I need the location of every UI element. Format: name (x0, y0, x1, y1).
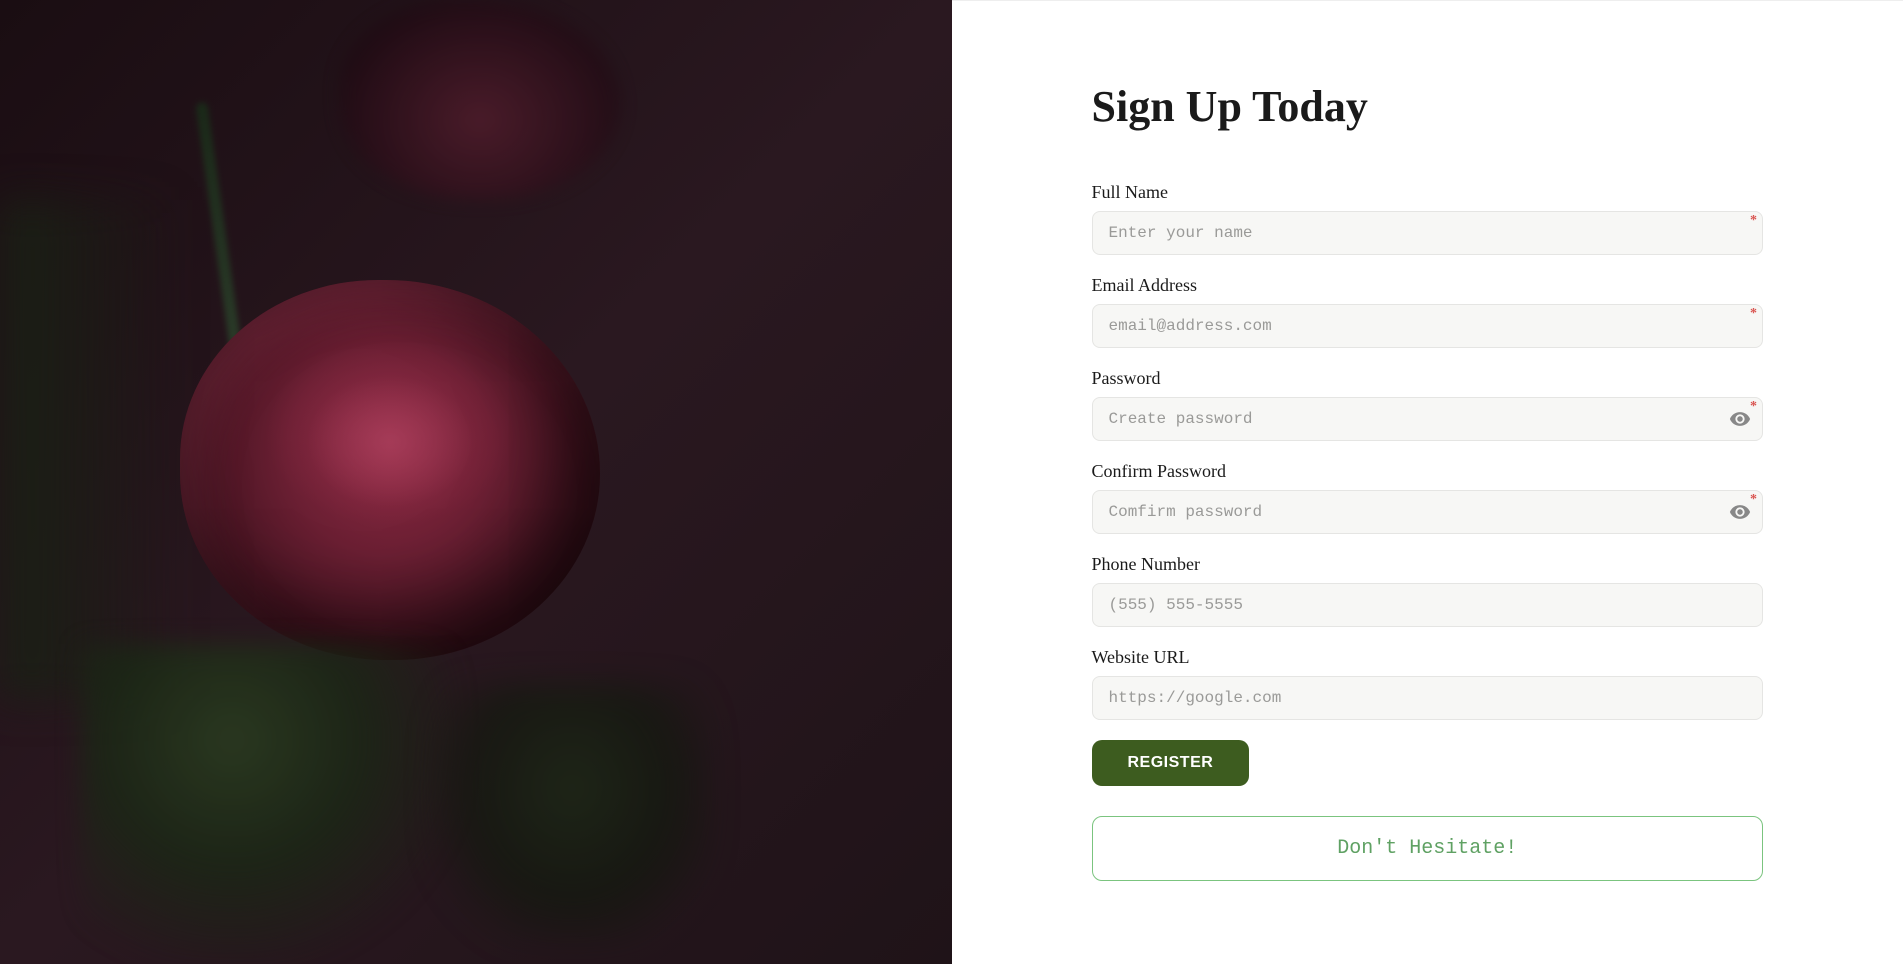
phone-label: Phone Number (1092, 554, 1764, 575)
register-button[interactable]: REGISTER (1092, 740, 1250, 786)
signup-form: Full Name * Email Address * Password * (1092, 182, 1764, 881)
password-input[interactable] (1092, 397, 1764, 441)
hero-image-panel (0, 0, 952, 964)
email-label: Email Address (1092, 275, 1764, 296)
signup-form-panel: Sign Up Today Full Name * Email Address … (952, 0, 1903, 964)
phone-input[interactable] (1092, 583, 1764, 627)
required-indicator: * (1750, 399, 1757, 415)
cta-box: Don't Hesitate! (1092, 816, 1764, 881)
required-indicator: * (1750, 213, 1757, 229)
required-indicator: * (1750, 306, 1757, 322)
full-name-label: Full Name (1092, 182, 1764, 203)
confirm-password-label: Confirm Password (1092, 461, 1764, 482)
email-input[interactable] (1092, 304, 1764, 348)
website-input[interactable] (1092, 676, 1764, 720)
confirm-password-input[interactable] (1092, 490, 1764, 534)
eye-icon[interactable] (1729, 501, 1751, 523)
eye-icon[interactable] (1729, 408, 1751, 430)
full-name-input[interactable] (1092, 211, 1764, 255)
website-label: Website URL (1092, 647, 1764, 668)
required-indicator: * (1750, 492, 1757, 508)
cta-text: Don't Hesitate! (1337, 837, 1517, 860)
page-title: Sign Up Today (1092, 81, 1764, 132)
password-label: Password (1092, 368, 1764, 389)
